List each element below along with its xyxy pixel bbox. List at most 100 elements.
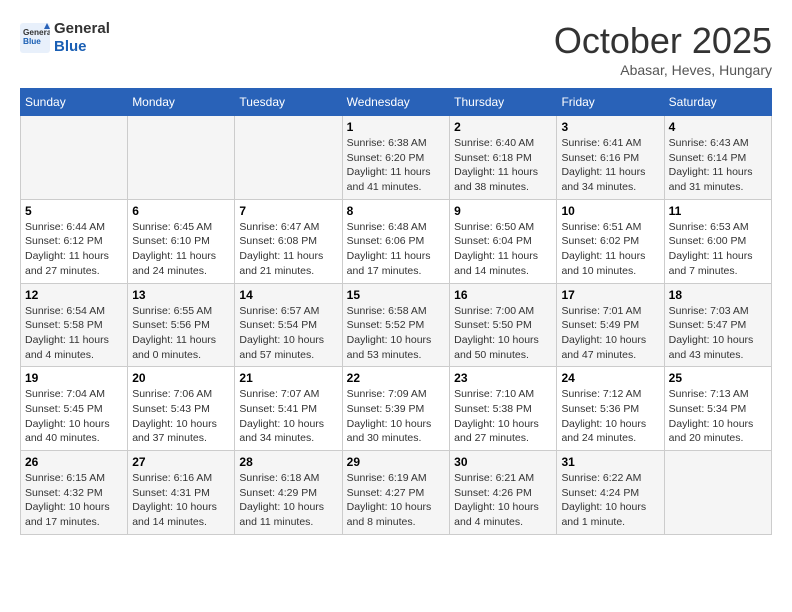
calendar-week-3: 12Sunrise: 6:54 AM Sunset: 5:58 PM Dayli… — [21, 283, 772, 367]
calendar-day: 30Sunrise: 6:21 AM Sunset: 4:26 PM Dayli… — [450, 451, 557, 535]
logo: General Blue General Blue — [20, 20, 110, 56]
calendar-day: 15 Sunrise: 6:58 AM Sunset: 5:52 PM Dayli… — [342, 283, 450, 367]
day-info: Sunrise: 7:01 AM Sunset: 5:49 PM Dayligh… — [561, 304, 659, 363]
day-number: 22 — [347, 371, 446, 385]
day-info: Sunrise: 6:47 AM Sunset: 6:08 PM Dayligh… — [239, 220, 337, 279]
day-number: 27 — [132, 455, 230, 469]
calendar-day: 4 Sunrise: 6:43 AM Sunset: 6:14 PM Daylig… — [664, 116, 771, 200]
weekday-header-sunday: Sunday — [21, 89, 128, 116]
day-number: 8 — [347, 204, 446, 218]
calendar-day — [235, 116, 342, 200]
calendar-day: 10 Sunrise: 6:51 AM Sunset: 6:02 PM Dayli… — [557, 199, 664, 283]
calendar-day: 21Sunrise: 7:07 AM Sunset: 5:41 PM Dayli… — [235, 367, 342, 451]
calendar-day: 28 Sunrise: 6:18 AM Sunset: 4:29 PM Dayli… — [235, 451, 342, 535]
calendar-day: 11 Sunrise: 6:53 AM Sunset: 6:00 PM Dayli… — [664, 199, 771, 283]
day-number: 20 — [132, 371, 230, 385]
day-info: Sunrise: 7:13 AM Sunset: 5:34 PM Dayligh… — [669, 387, 767, 446]
location-subtitle: Abasar, Heves, Hungary — [554, 62, 772, 78]
calendar-day — [128, 116, 235, 200]
day-info: Sunrise: 6:15 AM Sunset: 4:32 PM Dayligh… — [25, 471, 123, 530]
day-info: Sunrise: 6:16 AM Sunset: 4:31 PM Dayligh… — [132, 471, 230, 530]
calendar-day: 29Sunrise: 6:19 AM Sunset: 4:27 PM Dayli… — [342, 451, 450, 535]
day-info: Sunrise: 6:55 AM Sunset: 5:56 PM Dayligh… — [132, 304, 230, 363]
day-info: Sunrise: 7:06 AM Sunset: 5:43 PM Dayligh… — [132, 387, 230, 446]
day-info: Sunrise: 7:10 AM Sunset: 5:38 PM Dayligh… — [454, 387, 552, 446]
day-number: 31 — [561, 455, 659, 469]
day-info: Sunrise: 6:54 AM Sunset: 5:58 PM Dayligh… — [25, 304, 123, 363]
day-info: Sunrise: 7:12 AM Sunset: 5:36 PM Dayligh… — [561, 387, 659, 446]
day-number: 19 — [25, 371, 123, 385]
day-info: Sunrise: 6:45 AM Sunset: 6:10 PM Dayligh… — [132, 220, 230, 279]
calendar-day: 2Sunrise: 6:40 AM Sunset: 6:18 PM Daylig… — [450, 116, 557, 200]
day-number: 11 — [669, 204, 767, 218]
calendar-week-5: 26Sunrise: 6:15 AM Sunset: 4:32 PM Dayli… — [21, 451, 772, 535]
svg-text:General: General — [23, 28, 50, 37]
day-info: Sunrise: 6:53 AM Sunset: 6:00 PM Dayligh… — [669, 220, 767, 279]
weekday-header-monday: Monday — [128, 89, 235, 116]
calendar-week-1: 1 Sunrise: 6:38 AM Sunset: 6:20 PM Daylig… — [21, 116, 772, 200]
day-info: Sunrise: 6:38 AM Sunset: 6:20 PM Dayligh… — [347, 136, 446, 195]
calendar-day: 12Sunrise: 6:54 AM Sunset: 5:58 PM Dayli… — [21, 283, 128, 367]
day-info: Sunrise: 6:18 AM Sunset: 4:29 PM Dayligh… — [239, 471, 337, 530]
calendar-day: 17 Sunrise: 7:01 AM Sunset: 5:49 PM Dayli… — [557, 283, 664, 367]
day-number: 28 — [239, 455, 337, 469]
day-number: 21 — [239, 371, 337, 385]
weekday-header-thursday: Thursday — [450, 89, 557, 116]
svg-text:Blue: Blue — [23, 37, 41, 46]
title-block: October 2025 Abasar, Heves, Hungary — [554, 20, 772, 78]
day-info: Sunrise: 6:41 AM Sunset: 6:16 PM Dayligh… — [561, 136, 659, 195]
page-header: General Blue General Blue October 2025 A… — [20, 20, 772, 78]
day-info: Sunrise: 6:22 AM Sunset: 4:24 PM Dayligh… — [561, 471, 659, 530]
day-number: 17 — [561, 288, 659, 302]
day-number: 16 — [454, 288, 552, 302]
calendar-day: 27 Sunrise: 6:16 AM Sunset: 4:31 PM Dayli… — [128, 451, 235, 535]
calendar-day: 8Sunrise: 6:48 AM Sunset: 6:06 PM Daylig… — [342, 199, 450, 283]
calendar-day: 19 Sunrise: 7:04 AM Sunset: 5:45 PM Dayli… — [21, 367, 128, 451]
day-info: Sunrise: 6:43 AM Sunset: 6:14 PM Dayligh… — [669, 136, 767, 195]
day-number: 13 — [132, 288, 230, 302]
day-number: 3 — [561, 120, 659, 134]
day-info: Sunrise: 7:03 AM Sunset: 5:47 PM Dayligh… — [669, 304, 767, 363]
calendar-day — [664, 451, 771, 535]
calendar-day: 18 Sunrise: 7:03 AM Sunset: 5:47 PM Dayli… — [664, 283, 771, 367]
calendar-week-4: 19 Sunrise: 7:04 AM Sunset: 5:45 PM Dayli… — [21, 367, 772, 451]
day-number: 1 — [347, 120, 446, 134]
calendar-day: 24 Sunrise: 7:12 AM Sunset: 5:36 PM Dayli… — [557, 367, 664, 451]
day-info: Sunrise: 6:57 AM Sunset: 5:54 PM Dayligh… — [239, 304, 337, 363]
weekday-header-tuesday: Tuesday — [235, 89, 342, 116]
day-info: Sunrise: 6:51 AM Sunset: 6:02 PM Dayligh… — [561, 220, 659, 279]
calendar-day: 26Sunrise: 6:15 AM Sunset: 4:32 PM Dayli… — [21, 451, 128, 535]
day-number: 24 — [561, 371, 659, 385]
day-number: 14 — [239, 288, 337, 302]
day-info: Sunrise: 6:58 AM Sunset: 5:52 PM Dayligh… — [347, 304, 446, 363]
day-number: 15 — [347, 288, 446, 302]
weekday-header-row: SundayMondayTuesdayWednesdayThursdayFrid… — [21, 89, 772, 116]
day-number: 4 — [669, 120, 767, 134]
logo-icon: General Blue — [20, 23, 50, 53]
day-info: Sunrise: 7:04 AM Sunset: 5:45 PM Dayligh… — [25, 387, 123, 446]
calendar-table: SundayMondayTuesdayWednesdayThursdayFrid… — [20, 88, 772, 535]
weekday-header-saturday: Saturday — [664, 89, 771, 116]
calendar-day: 1 Sunrise: 6:38 AM Sunset: 6:20 PM Daylig… — [342, 116, 450, 200]
calendar-day: 16Sunrise: 7:00 AM Sunset: 5:50 PM Dayli… — [450, 283, 557, 367]
calendar-day: 3 Sunrise: 6:41 AM Sunset: 6:16 PM Daylig… — [557, 116, 664, 200]
day-number: 18 — [669, 288, 767, 302]
day-info: Sunrise: 6:40 AM Sunset: 6:18 PM Dayligh… — [454, 136, 552, 195]
calendar-day: 5Sunrise: 6:44 AM Sunset: 6:12 PM Daylig… — [21, 199, 128, 283]
day-number: 10 — [561, 204, 659, 218]
day-number: 7 — [239, 204, 337, 218]
day-info: Sunrise: 6:50 AM Sunset: 6:04 PM Dayligh… — [454, 220, 552, 279]
calendar-day: 9Sunrise: 6:50 AM Sunset: 6:04 PM Daylig… — [450, 199, 557, 283]
calendar-day: 20 Sunrise: 7:06 AM Sunset: 5:43 PM Dayli… — [128, 367, 235, 451]
calendar-day: 6 Sunrise: 6:45 AM Sunset: 6:10 PM Daylig… — [128, 199, 235, 283]
calendar-day: 31 Sunrise: 6:22 AM Sunset: 4:24 PM Dayli… — [557, 451, 664, 535]
month-title: October 2025 — [554, 20, 772, 62]
logo-text-general: General — [54, 20, 110, 38]
calendar-day: 14 Sunrise: 6:57 AM Sunset: 5:54 PM Dayli… — [235, 283, 342, 367]
calendar-day: 25Sunrise: 7:13 AM Sunset: 5:34 PM Dayli… — [664, 367, 771, 451]
day-number: 6 — [132, 204, 230, 218]
calendar-day: 13 Sunrise: 6:55 AM Sunset: 5:56 PM Dayli… — [128, 283, 235, 367]
day-info: Sunrise: 6:44 AM Sunset: 6:12 PM Dayligh… — [25, 220, 123, 279]
day-number: 29 — [347, 455, 446, 469]
logo-text-blue: Blue — [54, 38, 110, 56]
